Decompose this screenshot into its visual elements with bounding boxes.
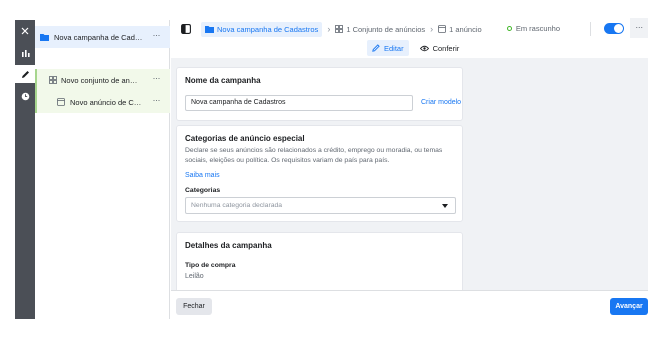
breadcrumb-ad-label: 1 anúncio	[449, 24, 482, 34]
breadcrumb-ad[interactable]: 1 anúncio	[438, 25, 482, 34]
tree-item-campaign[interactable]: Nova campanha de Cadastros ···	[35, 26, 170, 48]
campaign-details-card: Detalhes da campanha Tipo de compra Leil…	[176, 232, 463, 290]
categories-label: Categorias	[185, 187, 221, 194]
create-template-link[interactable]: Criar modelo	[421, 99, 461, 106]
footer: Fechar Avançar	[171, 290, 648, 320]
learn-more-link[interactable]: Saiba mais	[185, 172, 454, 179]
top-bar: Nova campanha de Cadastros › 1 Conjunto …	[171, 18, 648, 38]
left-toolbar	[15, 20, 35, 319]
buy-type-label: Tipo de compra	[185, 262, 236, 269]
divider	[590, 22, 591, 36]
campaign-name-card: Nome da campanha Nova campanha de Cadast…	[176, 67, 463, 121]
tree-item-label: Nova campanha de Cadastros	[54, 32, 144, 42]
grid-icon	[49, 76, 57, 84]
panel-toggle-icon[interactable]	[181, 24, 191, 34]
ad-icon	[57, 98, 65, 106]
pencil-icon	[372, 44, 380, 52]
buy-type-value: Leilão	[185, 273, 204, 280]
tab-edit-label: Editar	[384, 43, 404, 53]
campaign-toggle[interactable]	[604, 23, 624, 34]
ad-icon	[438, 25, 447, 33]
tab-edit[interactable]: Editar	[367, 40, 409, 56]
tree-item-label: Novo anúncio de Cadastros	[70, 97, 142, 107]
breadcrumb-adset[interactable]: 1 Conjunto de anúncios	[335, 25, 425, 34]
campaign-name-input[interactable]: Nova campanha de Cadastros	[185, 95, 413, 111]
breadcrumb: Nova campanha de Cadastros › 1 Conjunto …	[201, 21, 482, 37]
categories-select[interactable]: Nenhuma categoria declarada	[185, 197, 456, 214]
special-categories-card: Categorias de anúncio especial Declare s…	[176, 125, 463, 222]
status-badge: Em rascunho	[506, 24, 560, 33]
chart-icon[interactable]	[15, 44, 35, 62]
caret-down-icon	[442, 204, 448, 208]
eye-icon	[419, 45, 429, 51]
pencil-icon[interactable]	[15, 65, 35, 83]
tree-item-label: Novo conjunto de anúncios	[61, 75, 141, 85]
more-options-button[interactable]: ···	[630, 18, 648, 38]
folder-icon	[205, 26, 214, 33]
folder-icon	[40, 34, 49, 41]
mode-tabs: Editar Conferir	[367, 40, 470, 56]
status-label: Em rascunho	[515, 24, 560, 33]
card-description: Declare se seus anúncios são relacionado…	[185, 147, 443, 164]
status-dot-icon	[506, 26, 512, 31]
main-content: Nome da campanha Nova campanha de Cadast…	[171, 58, 648, 290]
clock-icon[interactable]	[15, 87, 35, 105]
card-title: Categorias de anúncio especial	[185, 134, 305, 143]
tree-item-ad[interactable]: Novo anúncio de Cadastros ···	[35, 91, 170, 113]
campaign-tree-panel: Nova campanha de Cadastros ··· Novo conj…	[35, 20, 170, 319]
more-icon[interactable]: ···	[153, 96, 161, 105]
grid-icon	[335, 25, 344, 33]
breadcrumb-adset-label: 1 Conjunto de anúncios	[346, 24, 426, 34]
chevron-right-icon: ›	[430, 24, 434, 34]
tab-review[interactable]: Conferir	[415, 40, 465, 56]
next-button[interactable]: Avançar	[610, 298, 648, 315]
categories-placeholder: Nenhuma categoria declarada	[191, 202, 283, 209]
close-button[interactable]: Fechar	[176, 298, 212, 315]
breadcrumb-campaign-label: Nova campanha de Cadastros	[217, 24, 319, 34]
chevron-right-icon: ›	[327, 24, 331, 34]
more-icon[interactable]: ···	[153, 31, 161, 40]
close-icon[interactable]	[15, 22, 35, 40]
card-title: Detalhes da campanha	[185, 241, 272, 250]
tab-review-label: Conferir	[432, 43, 460, 53]
breadcrumb-campaign[interactable]: Nova campanha de Cadastros	[201, 21, 323, 37]
more-icon[interactable]: ···	[153, 74, 161, 83]
card-title: Nome da campanha	[185, 76, 261, 85]
tree-item-adset[interactable]: Novo conjunto de anúncios ···	[35, 69, 170, 91]
